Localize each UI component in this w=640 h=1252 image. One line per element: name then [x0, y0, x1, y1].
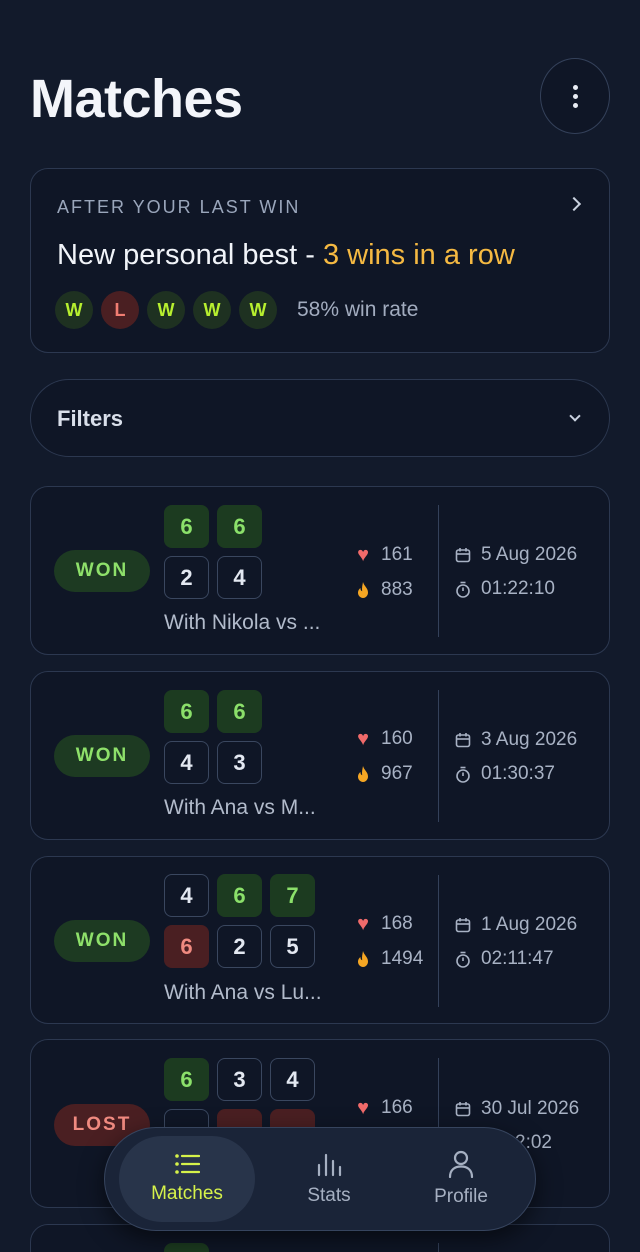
match-duration: 01:22:10 [481, 578, 555, 599]
streak-headline-prefix: New personal best - [57, 239, 323, 271]
set-score-cell: 2 [217, 925, 262, 968]
set-score-cell: 4 [164, 741, 209, 784]
set-score-cell: 2 [164, 556, 209, 599]
heart-icon: ♥ [357, 912, 369, 935]
result-badge-win: W [147, 291, 185, 329]
set-score-cell: 4 [217, 556, 262, 599]
set-score-cell: 4 [270, 1058, 315, 1101]
card-divider [438, 875, 439, 1007]
flame-icon [353, 951, 373, 967]
calendar-icon [455, 917, 471, 933]
set-score-cell: 6 [217, 874, 262, 917]
heart-rate: 166 [381, 1097, 413, 1118]
streak-headline-highlight: 3 wins in a row [322, 239, 515, 271]
set-score-cell: 6 [164, 1058, 209, 1101]
flame-icon [353, 582, 373, 598]
match-duration: 02:11:47 [481, 948, 554, 969]
more-options-button[interactable] [540, 58, 610, 134]
result-badge-win: W [239, 291, 277, 329]
set-score-cell: 3 [217, 1058, 262, 1101]
calendar-icon [455, 1101, 471, 1117]
tab-stats[interactable]: Stats [261, 1136, 397, 1222]
set-score-cell: 5 [270, 925, 315, 968]
match-date: 5 Aug 2026 [481, 544, 578, 565]
match-meta: 5 Aug 2026 01:22:10 [455, 543, 577, 611]
page-title: Matches [30, 69, 243, 129]
card-divider [438, 1243, 439, 1252]
match-partners: With Ana vs M... [164, 796, 316, 819]
page-header: Matches [30, 58, 610, 142]
filters-dropdown[interactable]: Filters [30, 379, 610, 457]
heart-rate: 168 [381, 913, 413, 934]
set-score-cell: 6 [217, 690, 262, 733]
result-badge: WON [54, 550, 150, 592]
set-score-cell: 6 [164, 505, 209, 548]
match-card[interactable]: WON 6 6 2 4 With Nikola vs ... ♥ 161 883 … [30, 486, 610, 655]
tab-label: Stats [307, 1185, 351, 1206]
match-vitals: ♥ 166 [353, 1096, 413, 1131]
calories: 883 [381, 579, 413, 600]
heart-icon: ♥ [357, 543, 369, 566]
set-score-cell [164, 1243, 209, 1252]
streak-card[interactable]: AFTER YOUR LAST WIN New personal best - … [30, 168, 610, 353]
match-vitals: ♥ 160 967 [353, 727, 413, 797]
tab-matches[interactable]: Matches [119, 1136, 255, 1222]
set-scores: 6 6 2 4 [164, 505, 262, 607]
bottom-tab-bar: Matches Stats Profile [104, 1127, 536, 1231]
match-card[interactable]: WON 4 6 7 6 2 5 With Ana vs Lu... ♥ 168 1… [30, 856, 610, 1024]
set-score-cell: 7 [270, 874, 315, 917]
tab-profile[interactable]: Profile [393, 1136, 529, 1222]
result-badge-loss: L [101, 291, 139, 329]
heart-rate: 160 [381, 728, 413, 749]
more-vertical-icon [572, 84, 578, 108]
calories: 967 [381, 763, 413, 784]
recent-results: W L W W W 58% win rate [55, 291, 418, 329]
calendar-icon [455, 732, 471, 748]
heart-icon: ♥ [357, 1096, 369, 1119]
win-rate: 58% win rate [297, 298, 419, 321]
heart-icon: ♥ [357, 727, 369, 750]
match-partners: With Ana vs Lu... [164, 981, 322, 1004]
calories: 1494 [381, 948, 424, 969]
match-vitals: ♥ 161 883 [353, 543, 413, 613]
match-date: 1 Aug 2026 [481, 914, 578, 935]
stopwatch-icon [455, 951, 471, 968]
list-icon [174, 1153, 200, 1175]
set-score-cell: 6 [164, 925, 209, 968]
match-vitals: ♥ 168 1494 [353, 912, 423, 982]
match-duration: 01:30:37 [481, 763, 555, 784]
match-date: 3 Aug 2026 [481, 729, 578, 750]
tab-label: Matches [151, 1183, 223, 1204]
flame-icon [353, 766, 373, 782]
stopwatch-icon [455, 766, 471, 783]
match-meta: 1 Aug 2026 02:11:47 [455, 913, 577, 981]
set-score-cell: 3 [217, 741, 262, 784]
card-divider [438, 690, 439, 822]
streak-kicker: AFTER YOUR LAST WIN [57, 197, 301, 217]
result-badge: WON [54, 920, 150, 962]
match-date: 30 Jul 2026 [481, 1098, 580, 1119]
streak-headline: New personal best - 3 wins in a row [57, 239, 515, 272]
chevron-down-icon [569, 410, 581, 422]
set-scores: 6 6 4 3 [164, 690, 262, 792]
tab-label: Profile [434, 1186, 488, 1207]
result-badge: WON [54, 735, 150, 777]
result-badge-win: W [193, 291, 231, 329]
bar-chart-icon [316, 1151, 342, 1177]
heart-rate: 161 [381, 544, 413, 565]
match-meta: 3 Aug 2026 01:30:37 [455, 728, 577, 796]
match-partners: With Nikola vs ... [164, 611, 321, 634]
set-scores: 4 6 7 6 2 5 [164, 874, 315, 976]
stopwatch-icon [455, 581, 471, 598]
set-score-cell: 6 [217, 505, 262, 548]
result-badge-win: W [55, 291, 93, 329]
user-icon [448, 1150, 474, 1178]
card-divider [438, 505, 439, 637]
calendar-icon [455, 547, 471, 563]
set-score-cell: 4 [164, 874, 209, 917]
chevron-right-icon [566, 196, 582, 212]
match-card[interactable]: WON 6 6 4 3 With Ana vs M... ♥ 160 967 3 … [30, 671, 610, 840]
filters-label: Filters [57, 406, 124, 431]
set-score-cell: 6 [164, 690, 209, 733]
